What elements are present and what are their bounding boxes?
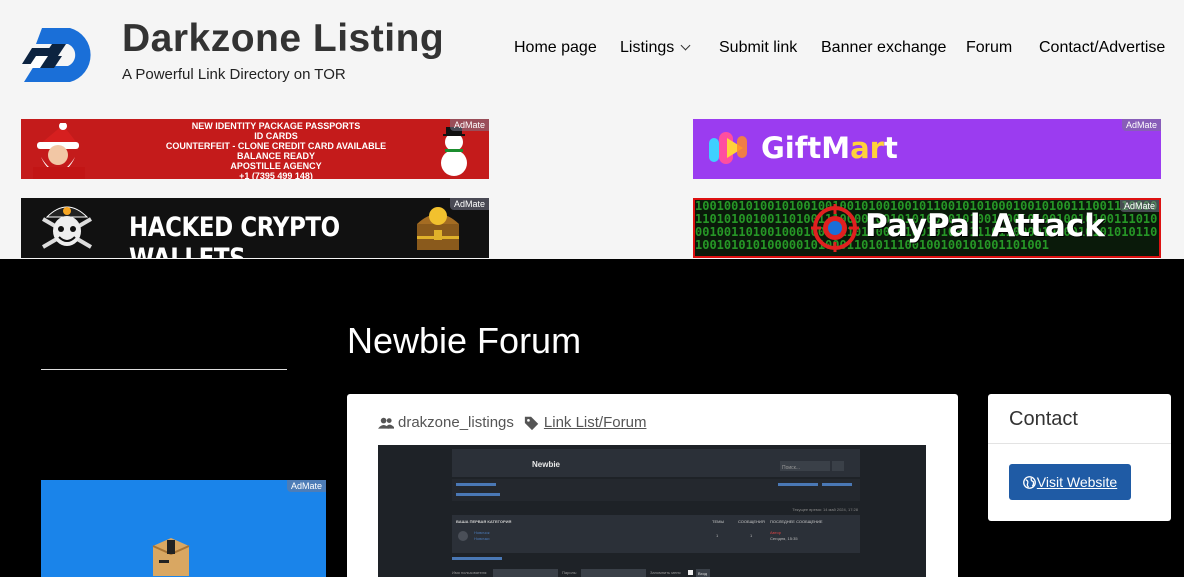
screenshot-section-header: ВАША ПЕРВАЯ КАТЕГОРИЯ xyxy=(456,519,511,524)
screenshot-login-user: Имя пользователя: xyxy=(452,570,487,575)
ad-strip: NEW IDENTITY PACKAGE PASSPORTS ID CARDS … xyxy=(0,118,1184,259)
admate-badge: AdMate xyxy=(449,198,489,210)
nav-banner-exchange[interactable]: Banner exchange xyxy=(821,39,946,57)
site-tagline: A Powerful Link Directory on TOR xyxy=(122,66,346,83)
screenshot-forum-desc: Новички xyxy=(474,536,490,541)
paypal-attack-text: PayPal Attack xyxy=(865,208,1105,244)
giftmart-wordmark: GiftMart xyxy=(761,131,898,165)
admate-badge: AdMate xyxy=(286,480,326,492)
pirate-skull-icon xyxy=(41,206,93,249)
nav-forum[interactable]: Forum xyxy=(966,39,1012,57)
paypal-attack-ad[interactable]: 1001001010010100100100101001001011001010… xyxy=(693,198,1161,258)
giftmart-main: GiftM xyxy=(761,131,851,165)
giftmart-logo-icon xyxy=(709,132,747,164)
listing-meta: drakzone_listings Link List/Forum xyxy=(378,414,646,431)
admate-badge: AdMate xyxy=(1121,119,1161,131)
christmas-ad-text: NEW IDENTITY PACKAGE PASSPORTS ID CARDS … xyxy=(126,121,426,179)
sidebar-ad[interactable]: AdMate xyxy=(41,480,326,577)
nav-submit-link[interactable]: Submit link xyxy=(719,39,797,57)
nav-banner-exchange-label: Banner exchange xyxy=(821,39,947,56)
nav-contact-label: Contact/Advertise xyxy=(1039,39,1166,56)
screenshot-forum-title: Newbie xyxy=(532,460,561,469)
nav-home[interactable]: Home page xyxy=(514,39,597,57)
screenshot-last-when: Сегодня, 15:35 xyxy=(770,536,798,541)
nav-forum-label: Forum xyxy=(966,39,1013,56)
hacked-crypto-wallets-ad[interactable]: HACKED CRYPTO WALLETS AdMate xyxy=(21,198,489,258)
listing-card: drakzone_listings Link List/Forum Newbie… xyxy=(347,394,958,577)
admate-badge: AdMate xyxy=(449,119,489,131)
nav-submit-link-label: Submit link xyxy=(719,39,798,56)
ad-line: COUNTERFEIT - CLONE CREDIT CARD AVAILABL… xyxy=(165,141,387,151)
page-title: Newbie Forum xyxy=(347,320,582,361)
listing-screenshot[interactable]: Newbie Поиск... Текущее время: 14 май 20… xyxy=(378,445,926,577)
santa-icon xyxy=(33,123,85,179)
ad-line: ID CARDS xyxy=(254,131,298,141)
giftmart-accent: ar xyxy=(850,131,884,165)
screenshot-col-last: ПОСЛЕДНЕЕ СООБЩЕНИЕ xyxy=(770,519,823,524)
forum-screenshot-image: Newbie Поиск... Текущее время: 14 май 20… xyxy=(378,445,926,577)
screenshot-time-now: Текущее время: 14 май 2024, 17:28 xyxy=(792,507,859,512)
chevron-down-icon xyxy=(680,40,691,51)
ad-line: APOSTILLE AGENCY xyxy=(230,161,322,171)
ad-line: BALANCE READY xyxy=(236,151,315,161)
sidebar-divider xyxy=(41,369,287,370)
snowman-icon xyxy=(441,127,467,176)
nav-listings[interactable]: Listings xyxy=(620,39,691,57)
site-title[interactable]: Darkzone Listing xyxy=(122,17,444,61)
package-box-icon xyxy=(152,538,190,576)
listing-category-link[interactable]: Link List/Forum xyxy=(544,414,647,431)
hacked-crypto-text: HACKED CRYPTO WALLETS xyxy=(129,212,340,258)
globe-icon xyxy=(1022,475,1036,489)
screenshot-col-posts: СООБЩЕНИЯ xyxy=(738,519,765,524)
site-header: Darkzone Listing A Powerful Link Directo… xyxy=(0,0,1184,118)
crosshair-target-icon xyxy=(811,204,859,252)
nav-listings-label: Listings xyxy=(620,39,675,56)
ad-line: +1 (7395 499 148) xyxy=(239,171,313,179)
ad-line: NEW IDENTITY PACKAGE PASSPORTS xyxy=(191,121,361,131)
screenshot-search-placeholder: Поиск... xyxy=(782,465,800,471)
christmas-documents-ad[interactable]: NEW IDENTITY PACKAGE PASSPORTS ID CARDS … xyxy=(21,119,489,179)
visit-website-label: Visit Website xyxy=(1036,474,1118,490)
screenshot-forum-name: Новичок xyxy=(474,530,490,535)
tags-icon xyxy=(524,416,539,430)
giftmart-ad[interactable]: GiftMart AdMate xyxy=(693,119,1161,179)
screenshot-login-btn: Вход xyxy=(698,571,708,576)
contact-widget: Contact Visit Website xyxy=(988,394,1171,521)
giftmart-end: t xyxy=(883,131,898,165)
nav-contact-advertise[interactable]: Contact/Advertise xyxy=(1039,39,1165,57)
listing-author[interactable]: drakzone_listings xyxy=(398,414,514,431)
nav-home-label: Home page xyxy=(514,39,597,56)
screenshot-login-pass: Пароль: xyxy=(562,570,577,575)
site-logo[interactable] xyxy=(22,26,98,84)
admate-badge: AdMate xyxy=(1119,200,1159,212)
screenshot-col-topics: ТЕМЫ xyxy=(712,519,724,524)
users-icon xyxy=(378,417,394,429)
contact-title: Contact xyxy=(1009,408,1078,430)
screenshot-remember: Запомнить меня xyxy=(650,570,681,575)
visit-website-button[interactable]: Visit Website xyxy=(1009,464,1131,500)
contact-divider xyxy=(988,443,1171,444)
screenshot-last-by: Автор xyxy=(770,530,782,535)
